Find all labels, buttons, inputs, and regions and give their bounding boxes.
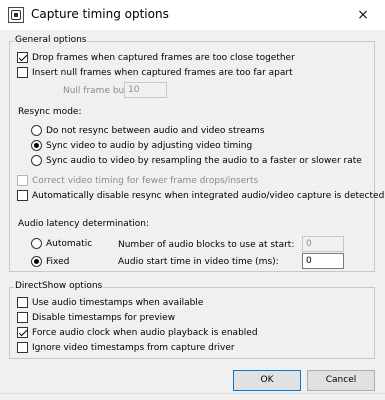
- directshow-options-title: DirectShow options: [14, 281, 104, 291]
- bottom-edge: [0, 393, 385, 400]
- insert-null-checkbox[interactable]: Insert null frames when captured frames …: [17, 67, 293, 78]
- drop-frames-label: Drop frames when captured frames are too…: [32, 52, 295, 63]
- resync-video-label: Sync video to audio by adjusting video t…: [46, 140, 253, 151]
- disable-timestamps-checkbox[interactable]: Disable timestamps for preview: [17, 312, 175, 323]
- auto-disable-check-icon[interactable]: [17, 190, 28, 201]
- audio-blocks-label: Number of audio blocks to use at start:: [118, 240, 295, 250]
- auto-disable-label: Automatically disable resync when integr…: [32, 190, 385, 201]
- burst-limit-input[interactable]: 10: [124, 82, 167, 98]
- ignore-video-timestamps-label: Ignore video timestamps from capture dri…: [32, 342, 235, 353]
- close-icon[interactable]: ×: [341, 0, 385, 30]
- insert-null-check-icon[interactable]: [17, 67, 28, 78]
- resync-none-label: Do not resync between audio and video st…: [46, 125, 265, 136]
- title-bar: Capture timing options ×: [0, 0, 385, 30]
- disable-timestamps-check-icon[interactable]: [17, 312, 28, 323]
- audio-start-time-label: Audio start time in video time (ms):: [118, 257, 279, 267]
- resync-none-radio[interactable]: [31, 125, 42, 136]
- resync-audio-label: Sync audio to video by resampling the au…: [46, 155, 362, 166]
- app-icon: [8, 7, 24, 23]
- ignore-video-timestamps-checkbox[interactable]: Ignore video timestamps from capture dri…: [17, 342, 235, 353]
- latency-automatic-option[interactable]: Automatic: [31, 238, 92, 249]
- cancel-button[interactable]: Cancel: [307, 370, 375, 391]
- resync-option-audio-to-video[interactable]: Sync audio to video by resampling the au…: [31, 155, 362, 166]
- force-audio-clock-checkbox[interactable]: Force audio clock when audio playback is…: [17, 327, 258, 338]
- force-audio-clock-label: Force audio clock when audio playback is…: [32, 327, 258, 338]
- audio-blocks-input[interactable]: 0: [302, 236, 344, 252]
- latency-automatic-label: Automatic: [46, 238, 93, 249]
- force-audio-clock-check-icon[interactable]: [17, 327, 28, 338]
- resync-option-video-to-audio[interactable]: Sync video to audio by adjusting video t…: [31, 140, 252, 151]
- disable-timestamps-label: Disable timestamps for preview: [32, 312, 176, 323]
- resync-option-none[interactable]: Do not resync between audio and video st…: [31, 125, 265, 136]
- resync-audio-radio[interactable]: [31, 155, 42, 166]
- window-title: Capture timing options: [31, 7, 169, 21]
- correct-timing-check-icon[interactable]: [17, 175, 28, 186]
- auto-disable-checkbox[interactable]: Automatically disable resync when integr…: [17, 190, 384, 201]
- insert-null-label: Insert null frames when captured frames …: [32, 67, 293, 78]
- use-audio-timestamps-label: Use audio timestamps when available: [32, 297, 204, 308]
- latency-fixed-label: Fixed: [46, 256, 70, 267]
- latency-label: Audio latency determination:: [18, 219, 149, 229]
- latency-fixed-option[interactable]: Fixed: [31, 256, 69, 267]
- drop-frames-check-icon[interactable]: [17, 52, 28, 63]
- use-audio-timestamps-check-icon[interactable]: [17, 297, 28, 308]
- ignore-video-timestamps-check-icon[interactable]: [17, 342, 28, 353]
- general-options-title: General options: [14, 35, 88, 45]
- audio-start-time-input[interactable]: 0: [302, 253, 344, 269]
- drop-frames-checkbox[interactable]: Drop frames when captured frames are too…: [17, 52, 295, 63]
- latency-fixed-radio[interactable]: [31, 256, 42, 267]
- resync-video-radio[interactable]: [31, 140, 42, 151]
- resync-mode-label: Resync mode:: [18, 107, 82, 117]
- ok-button[interactable]: OK: [233, 370, 301, 391]
- correct-timing-label: Correct video timing for fewer frame dro…: [32, 175, 259, 186]
- latency-automatic-radio[interactable]: [31, 238, 42, 249]
- correct-timing-checkbox[interactable]: Correct video timing for fewer frame dro…: [17, 175, 258, 186]
- use-audio-timestamps-checkbox[interactable]: Use audio timestamps when available: [17, 297, 203, 308]
